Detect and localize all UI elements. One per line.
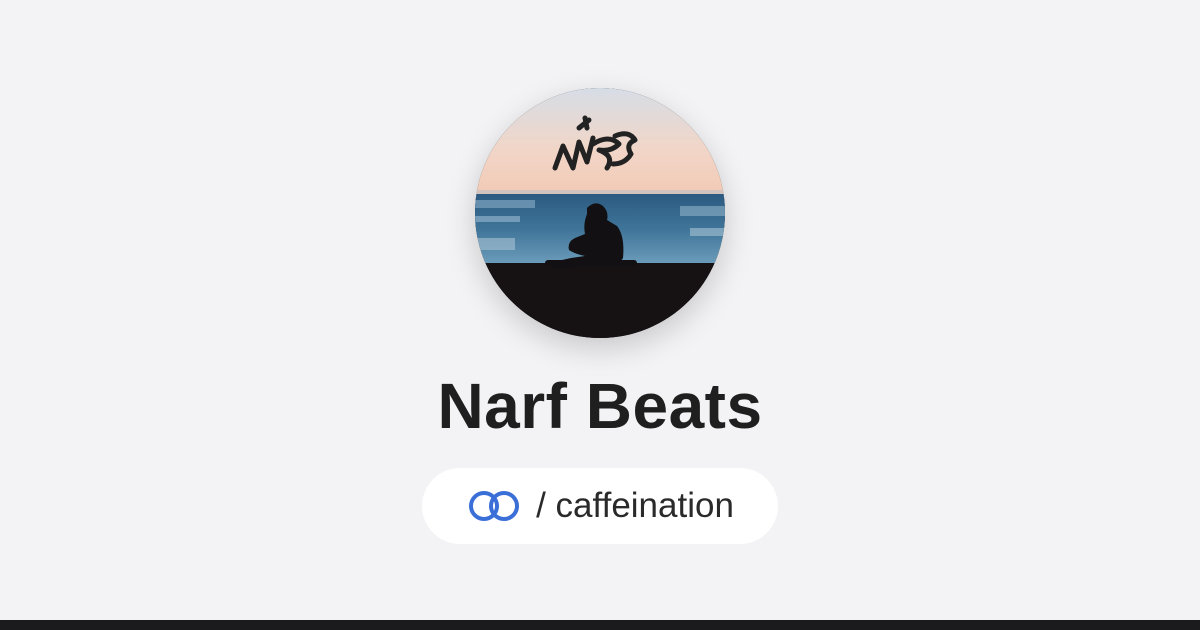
handle-text: / caffeination bbox=[536, 486, 734, 526]
linked-rings-icon bbox=[466, 488, 522, 524]
profile-name: Narf Beats bbox=[437, 370, 763, 442]
profile-avatar[interactable] bbox=[475, 88, 725, 338]
handle-prefix: / bbox=[536, 486, 546, 525]
profile-handle-link[interactable]: / caffeination bbox=[422, 468, 778, 544]
avatar-image bbox=[475, 88, 725, 338]
handle-name: caffeination bbox=[555, 486, 734, 525]
profile-card: Narf Beats / caffeination bbox=[0, 0, 1200, 620]
footer-bar bbox=[0, 620, 1200, 630]
